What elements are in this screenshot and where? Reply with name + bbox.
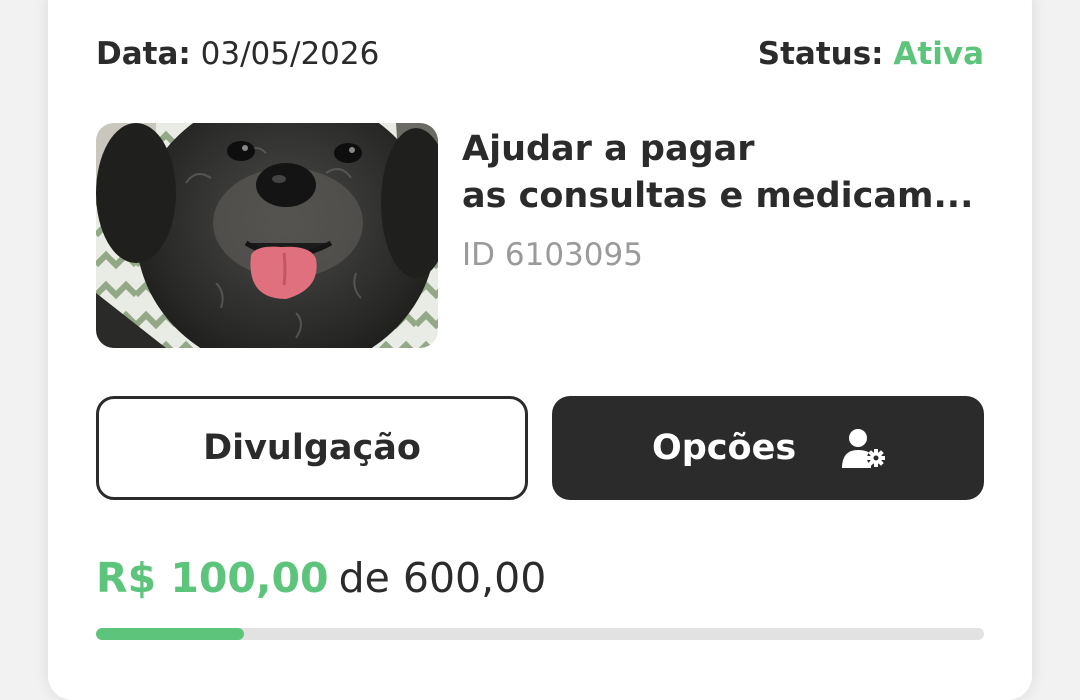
raised-amount: R$ 100,00 [96,554,329,602]
funding-progress-bar [96,628,984,640]
share-button[interactable]: Divulgação [96,396,528,500]
campaign-title-line1: Ajudar a pagar [462,129,755,169]
options-button[interactable]: Opcões [552,396,984,500]
status-label: Status: [757,36,884,72]
share-button-label: Divulgação [203,428,421,468]
user-gear-icon [842,428,890,479]
status-value: Ativa [893,36,984,72]
campaign-title-line2: as consultas e medicam... [462,176,974,216]
options-button-label: Opcões [652,428,797,468]
status-field: Status: Ativa [758,34,984,74]
date-value: 03/05/2026 [200,36,380,72]
campaign-image[interactable] [96,123,438,348]
campaign-title[interactable]: Ajudar a pagar as consultas e medicam... [462,126,982,220]
date-label: Data: [96,36,191,72]
funding-progress-fill [96,628,245,640]
card-header: Data: 03/05/2026 Status: Ativa [96,34,984,74]
funding-amount: R$ 100,00 de 600,00 [96,550,546,606]
date-field: Data: 03/05/2026 [96,34,379,74]
campaign-id: ID 6103095 [462,237,643,273]
goal-amount: de 600,00 [338,554,547,602]
dog-photo-icon [96,123,438,348]
